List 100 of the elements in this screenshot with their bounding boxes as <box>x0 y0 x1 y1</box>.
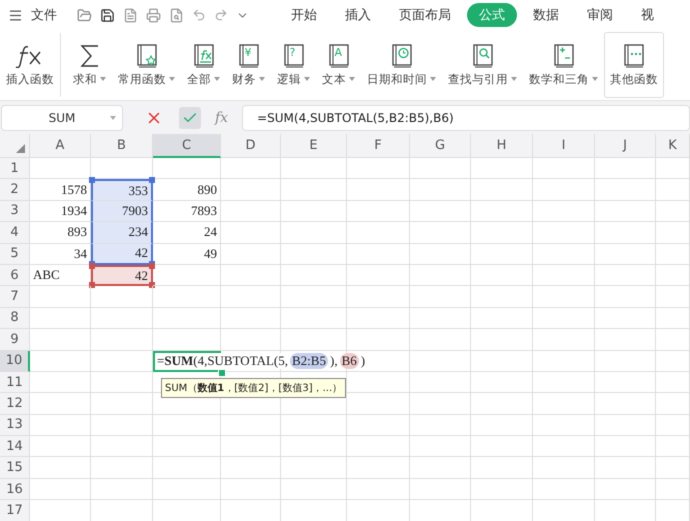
ribbon-tab[interactable]: 审阅 <box>575 3 625 27</box>
empty-cell <box>281 179 347 201</box>
ribbon-tab[interactable]: 开始 <box>279 3 329 27</box>
row-header[interactable]: 11 <box>0 372 30 394</box>
row-header[interactable]: 15 <box>0 457 30 479</box>
pdf-icon[interactable] <box>123 8 138 22</box>
empty-cell <box>656 264 690 286</box>
undo-icon[interactable] <box>192 8 206 22</box>
row-header[interactable]: 4 <box>0 222 30 244</box>
empty-cell <box>656 478 690 500</box>
ribbon-button[interactable]: 插入函数 <box>0 32 61 98</box>
row-header[interactable]: 3 <box>0 200 30 222</box>
ribbon-button[interactable]: 求和 <box>67 32 112 98</box>
empty-cell <box>471 200 533 222</box>
empty-cell <box>533 414 595 436</box>
empty-cell <box>410 350 471 372</box>
empty-cell <box>221 158 281 180</box>
ribbon-button[interactable]: 全部 <box>181 32 226 98</box>
row-header[interactable]: 1 <box>0 158 30 180</box>
column-header[interactable]: J <box>595 134 656 158</box>
name-box[interactable]: SUM <box>1 104 123 130</box>
row-header[interactable]: 2 <box>0 179 30 201</box>
column-header[interactable]: E <box>281 134 347 158</box>
row-header[interactable]: 5 <box>0 244 30 265</box>
empty-cell <box>410 372 471 394</box>
empty-cell <box>153 329 221 351</box>
empty-cell <box>347 244 410 265</box>
formula-input[interactable]: =SUM(4,SUBTOTAL(5,B2:B5),B6) <box>242 104 690 130</box>
row-header[interactable]: 10 <box>0 350 30 372</box>
cell-value: ABC <box>33 267 60 284</box>
empty-cell <box>471 286 533 308</box>
save-icon[interactable] <box>100 8 115 22</box>
folder-icon[interactable] <box>77 8 92 22</box>
ribbon-button[interactable]: ¥ 财务 <box>226 32 271 98</box>
row-header[interactable]: 16 <box>0 478 30 500</box>
empty-cell <box>91 393 153 415</box>
row-header[interactable]: 12 <box>0 393 30 415</box>
empty-cell <box>471 308 533 330</box>
empty-cell <box>656 436 690 458</box>
ribbon-button[interactable]: 其他函数 <box>604 32 664 98</box>
ribbon-tab[interactable]: 数据 <box>521 3 571 27</box>
cell-value: 1578 <box>61 182 87 198</box>
row-header[interactable]: 14 <box>0 436 30 458</box>
cell-value: 7893 <box>191 202 217 219</box>
row-header[interactable]: 7 <box>0 286 30 308</box>
column-header[interactable]: G <box>410 134 471 158</box>
row-header[interactable]: 9 <box>0 329 30 351</box>
ribbon-tab[interactable]: 页面布局 <box>387 3 463 27</box>
cell-value: 49 <box>204 246 217 262</box>
confirm-icon[interactable] <box>179 106 201 128</box>
caret-icon <box>169 77 175 81</box>
empty-cell <box>533 222 595 244</box>
ribbon-button[interactable]: 常用函数 <box>112 32 181 98</box>
empty-cell <box>410 264 471 286</box>
row-header[interactable]: 13 <box>0 414 30 436</box>
empty-cell <box>471 350 533 372</box>
empty-cell <box>410 414 471 436</box>
empty-cell <box>656 200 690 222</box>
row-header[interactable]: 6 <box>0 264 30 286</box>
column-header[interactable]: K <box>656 134 690 158</box>
column-header[interactable]: H <box>471 134 533 158</box>
preview-icon[interactable] <box>169 8 184 22</box>
cell-value: 893 <box>68 224 87 240</box>
column-header[interactable]: F <box>347 134 410 158</box>
empty-cell <box>595 222 656 244</box>
ribbon-button[interactable]: ? 逻辑 <box>271 32 316 98</box>
empty-cell <box>91 286 153 308</box>
empty-cell <box>533 393 595 415</box>
ribbon-button[interactable]: 数学和三角 <box>523 32 604 98</box>
empty-cell <box>281 308 347 330</box>
empty-cell <box>347 200 410 222</box>
select-all-corner[interactable] <box>0 134 30 158</box>
row-header[interactable]: 8 <box>0 308 30 330</box>
ribbon-button[interactable]: 日期和时间 <box>361 32 442 98</box>
empty-cell <box>656 308 690 330</box>
caret-icon <box>592 77 598 81</box>
column-header[interactable]: I <box>533 134 595 158</box>
file-menu[interactable]: 文件 <box>31 6 57 24</box>
row-header[interactable]: 17 <box>0 500 30 521</box>
empty-cell <box>656 286 690 308</box>
book-glyph: ¥ <box>244 46 252 58</box>
print-icon[interactable] <box>146 8 161 22</box>
column-header[interactable]: A <box>30 134 91 158</box>
cell-value: 890 <box>198 182 217 198</box>
empty-cell <box>471 414 533 436</box>
empty-cell <box>221 264 281 286</box>
ribbon-button[interactable]: 查找与引用 <box>442 32 523 98</box>
ribbon-tab[interactable]: 插入 <box>333 3 383 27</box>
column-header[interactable]: C <box>153 134 221 158</box>
sigma-icon <box>78 44 100 68</box>
referenced-cell: 42 <box>91 264 153 286</box>
book-icon <box>328 44 350 68</box>
empty-cell <box>153 286 221 308</box>
function-tooltip: SUM（数值1，[数值2]，[数值3]，...） <box>161 378 346 398</box>
column-header[interactable]: D <box>221 134 281 158</box>
ribbon-tab[interactable]: 视 <box>629 3 666 27</box>
redo-icon[interactable] <box>214 8 228 22</box>
menu-icon[interactable] <box>8 8 23 22</box>
column-header[interactable]: B <box>91 134 153 158</box>
ribbon-button[interactable]: A 文本 <box>316 32 361 98</box>
